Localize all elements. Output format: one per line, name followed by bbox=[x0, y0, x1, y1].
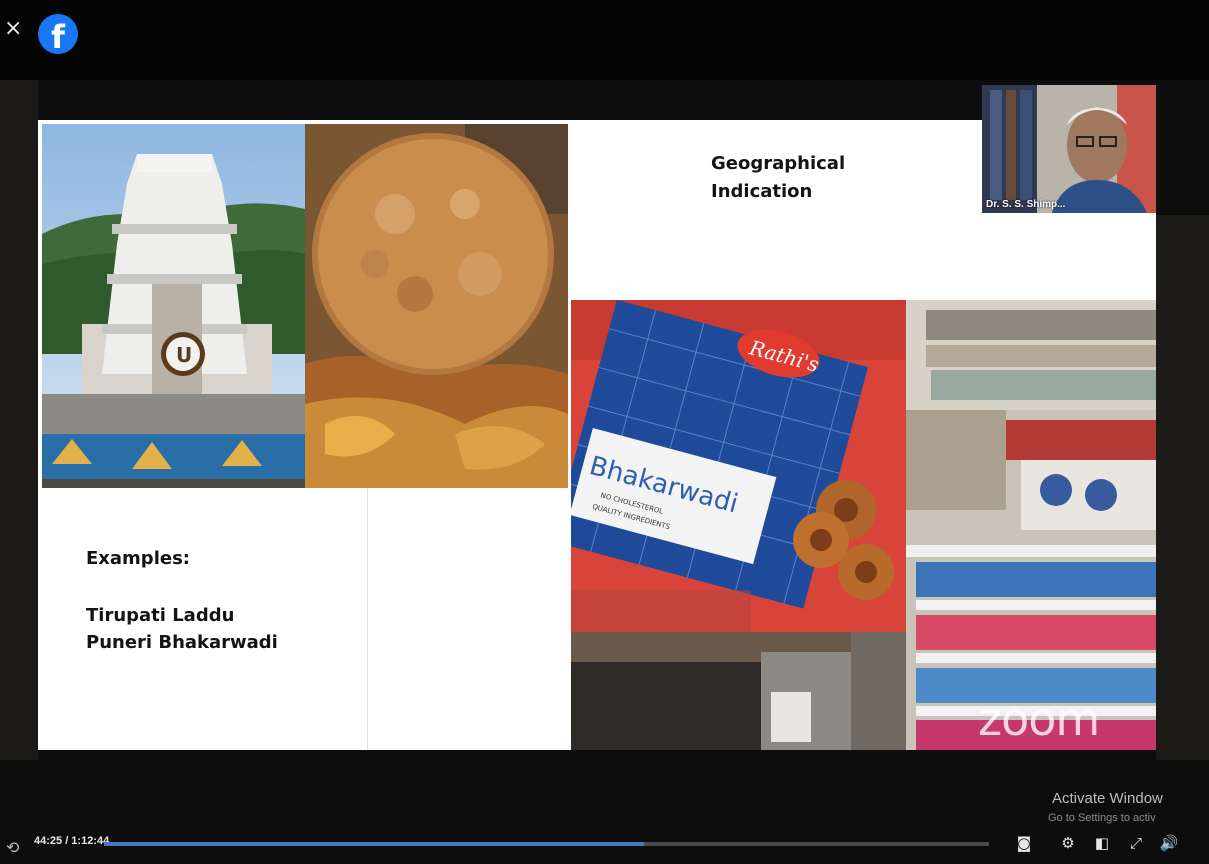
fullscreen-icon[interactable]: ⤢ bbox=[1125, 832, 1147, 854]
replay-icon[interactable]: ⟲ bbox=[6, 838, 28, 860]
activate-windows-subtitle: Go to Settings to activ bbox=[1048, 812, 1156, 824]
slide-title-line-2: Indication bbox=[711, 181, 813, 202]
participant-video-thumbnail[interactable]: Dr. S. S. Shimp... bbox=[982, 85, 1156, 213]
playback-time: 44:25 / 1:12:44 bbox=[34, 835, 110, 847]
zoom-watermark: zoom bbox=[978, 692, 1100, 746]
pip-icon[interactable]: ◧ bbox=[1091, 832, 1113, 854]
progress-bar-fill bbox=[104, 842, 644, 846]
example-item-puneri-bhakarwadi: Puneri Bhakarwadi bbox=[86, 632, 278, 653]
examples-label: Examples: bbox=[86, 548, 190, 569]
settings-icon[interactable]: ⚙ bbox=[1057, 832, 1079, 854]
tirupati-laddu-image bbox=[305, 124, 568, 488]
participant-name: Dr. S. S. Shimp... bbox=[986, 199, 1066, 210]
activate-windows-title: Activate Window bbox=[1052, 790, 1163, 807]
shop-counter-image bbox=[571, 632, 906, 750]
close-icon[interactable]: × bbox=[4, 18, 22, 40]
video-player-controls: ⟲ 44:25 / 1:12:44 ◙ ⚙ ◧ ⤢ 🔊 bbox=[0, 828, 1209, 864]
volume-icon[interactable]: 🔊 bbox=[1158, 832, 1180, 854]
right-margin bbox=[1156, 215, 1209, 760]
bhakarwadi-packet-image: Rathi's Bhakarwadi NO CHOLESTEROL QUALIT… bbox=[571, 300, 906, 632]
facebook-logo-icon[interactable]: f bbox=[38, 14, 78, 54]
example-item-tirupati-laddu: Tirupati Laddu bbox=[86, 605, 235, 626]
top-bar: × f bbox=[0, 0, 1209, 80]
progress-bar[interactable] bbox=[104, 842, 989, 846]
tirupati-temple-image: U bbox=[42, 124, 305, 488]
shop-shelves-image bbox=[906, 300, 1156, 750]
examples-block: Examples: Tirupati Laddu Puneri Bhakarwa… bbox=[86, 548, 278, 653]
captions-icon[interactable]: ◙ bbox=[1013, 832, 1035, 854]
presentation-slide: U Geographical Indication Examples: Tiru… bbox=[38, 120, 1156, 750]
slide-title-line-1: Geographical bbox=[711, 153, 846, 174]
svg-text:U: U bbox=[176, 343, 192, 367]
left-margin bbox=[0, 80, 38, 760]
slide-divider bbox=[367, 488, 368, 750]
slide-title: Geographical Indication bbox=[711, 150, 911, 206]
